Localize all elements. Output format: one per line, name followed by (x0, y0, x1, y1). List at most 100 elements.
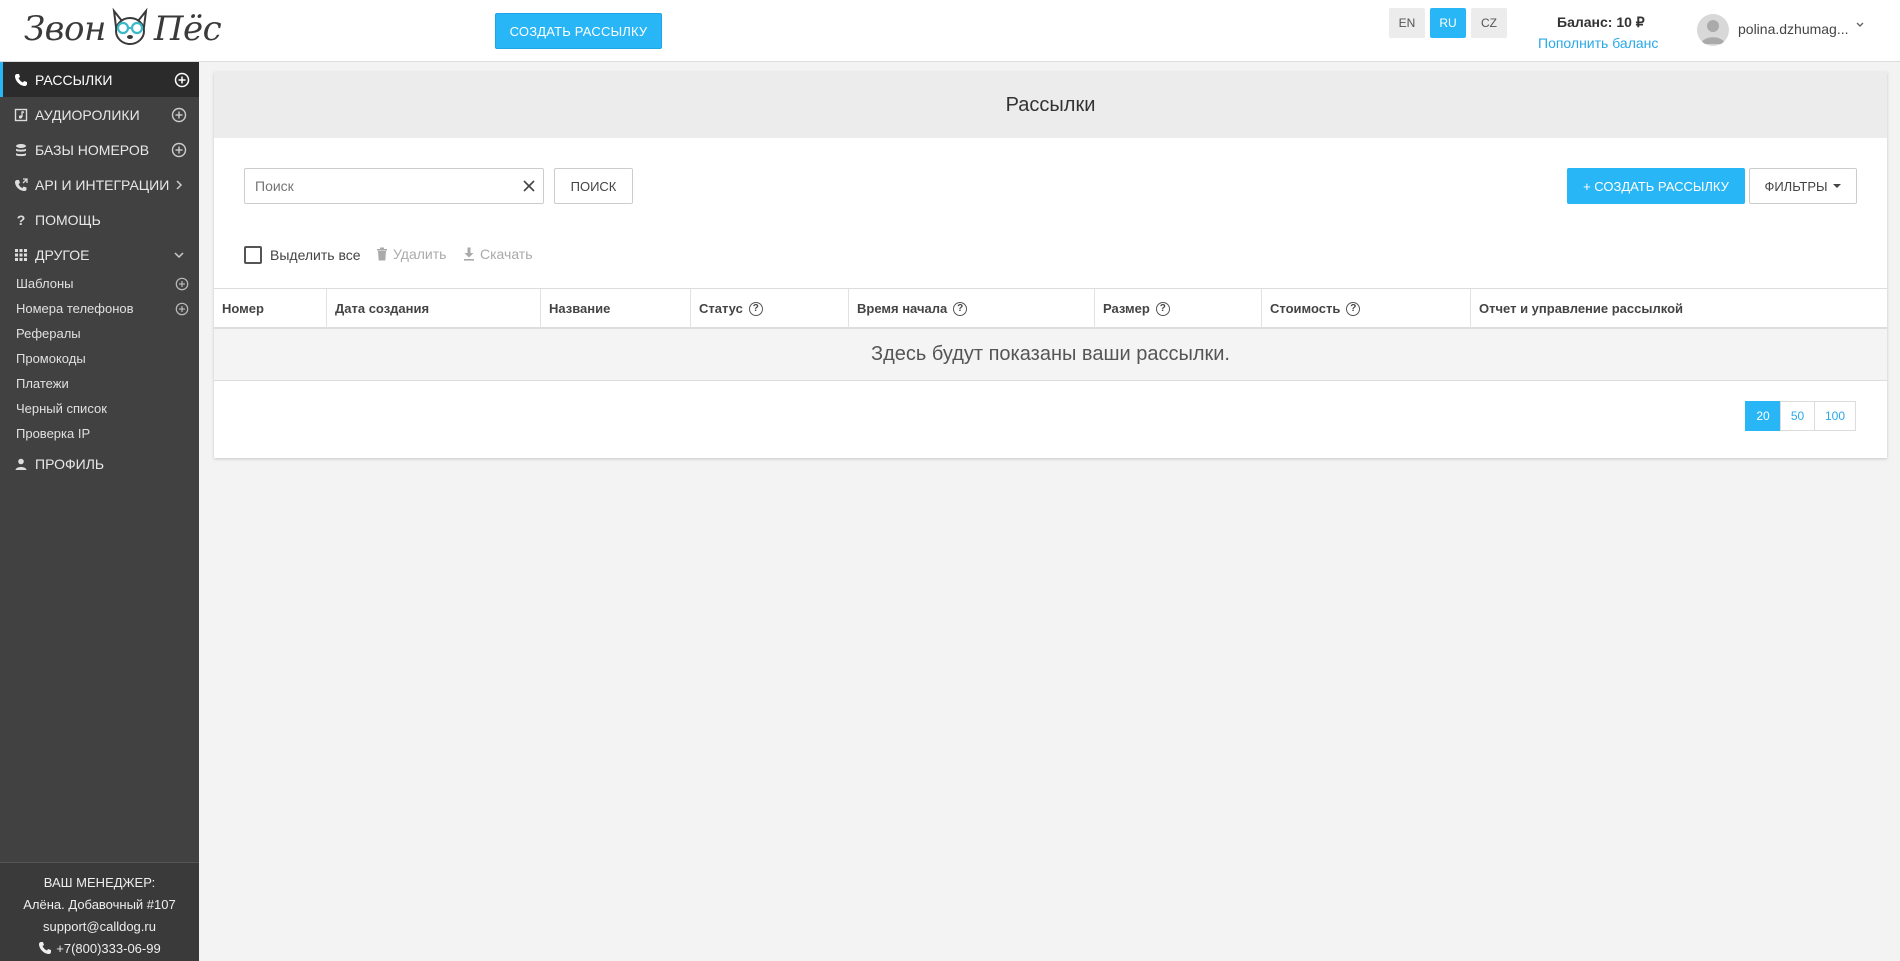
grid-icon (15, 248, 27, 261)
column-header-created[interactable]: Дата создания (327, 289, 541, 328)
sidebar-item-label: БАЗЫ НОМЕРОВ (35, 141, 150, 158)
create-campaign-top-button[interactable]: СОЗДАТЬ РАССЫЛКУ (495, 13, 662, 49)
sidebar-item-profile[interactable]: ПРОФИЛЬ (0, 446, 199, 481)
close-icon[interactable] (521, 178, 537, 194)
sidebar-item-other[interactable]: ДРУГОЕ (0, 237, 199, 272)
column-header-number[interactable]: Номер (214, 289, 327, 328)
column-label: Статус (699, 301, 743, 316)
search-box[interactable] (244, 168, 544, 204)
search-button[interactable]: ПОИСК (554, 168, 633, 204)
user-icon (15, 458, 27, 470)
add-phone-number-icon[interactable] (175, 302, 189, 316)
column-label: Размер (1103, 301, 1150, 316)
sidebar-item-audio[interactable]: АУДИОРОЛИКИ (0, 97, 199, 132)
phone-icon (15, 73, 27, 86)
campaigns-panel: Рассылки ПОИСК + СОЗДАТЬ РАССЫЛКУ ФИЛЬТР… (214, 72, 1887, 458)
phone-icon (39, 942, 52, 954)
column-label: Стоимость (1270, 301, 1341, 316)
page-size-100[interactable]: 100 (1814, 401, 1856, 431)
top-header: Звон Пёс СОЗДАТЬ РАССЫЛКУ EN RU CZ Балан… (0, 0, 1900, 62)
sidebar-subitem-promocodes[interactable]: Промокоды (16, 351, 86, 366)
sidebar-subitem-ip-check[interactable]: Проверка IP (16, 426, 90, 441)
page-title: Рассылки (214, 72, 1887, 138)
sidebar-subitem-payments[interactable]: Платежи (16, 376, 69, 391)
dog-logo-icon (112, 7, 148, 45)
download-label: Скачать (480, 246, 533, 262)
help-icon[interactable]: ? (953, 301, 968, 316)
search-input[interactable] (255, 178, 505, 194)
column-label: Дата создания (335, 301, 430, 316)
create-campaign-button[interactable]: + СОЗДАТЬ РАССЫЛКУ (1567, 168, 1745, 204)
page-size-selector: 20 50 100 (1745, 401, 1856, 431)
caret-down-icon (1832, 184, 1841, 188)
delete-label: Удалить (393, 246, 447, 262)
select-all-checkbox[interactable] (244, 246, 262, 264)
column-header-start-time[interactable]: Время начала? (849, 289, 1095, 328)
trash-icon (377, 247, 387, 261)
empty-state-message: Здесь будут показаны ваши рассылки. (214, 329, 1887, 381)
balance-label: Баланс: 10 ₽ (1557, 14, 1645, 30)
sidebar-item-help[interactable]: ? ПОМОЩЬ (0, 202, 199, 237)
column-header-size[interactable]: Размер? (1095, 289, 1262, 328)
question-icon: ? (16, 211, 26, 228)
download-button[interactable]: Скачать (463, 246, 533, 262)
column-header-status[interactable]: Статус? (691, 289, 849, 328)
chevron-right-icon[interactable] (171, 177, 187, 193)
lang-cz-button[interactable]: CZ (1471, 8, 1507, 38)
avatar[interactable] (1697, 14, 1729, 46)
sidebar-item-label: РАССЫЛКИ (35, 71, 113, 88)
delete-button[interactable]: Удалить (376, 246, 446, 262)
sidebar-item-label: API И ИНТЕГРАЦИИ (35, 176, 170, 193)
add-database-icon[interactable] (171, 142, 187, 158)
page-size-50[interactable]: 50 (1780, 401, 1815, 431)
column-header-cost[interactable]: Стоимость? (1262, 289, 1471, 328)
sidebar-item-label: ПРОФИЛЬ (35, 455, 105, 472)
add-audio-icon[interactable] (171, 107, 187, 123)
sidebar-item-api[interactable]: API И ИНТЕГРАЦИИ (0, 167, 199, 202)
manager-email[interactable]: support@calldog.ru (0, 919, 199, 934)
sidebar-subitem-templates[interactable]: Шаблоны (16, 276, 74, 291)
column-header-report[interactable]: Отчет и управление рассылкой (1471, 289, 1887, 328)
sidebar-item-label: ДРУГОЕ (35, 246, 90, 263)
sidebar-subitem-phone-numbers[interactable]: Номера телефонов (16, 301, 134, 316)
chevron-down-icon[interactable] (1855, 20, 1865, 30)
select-all-label[interactable]: Выделить все (270, 247, 361, 263)
audio-file-icon (14, 108, 28, 121)
sidebar-subitem-referrals[interactable]: Рефералы (16, 326, 81, 341)
username-label[interactable]: polina.dzhumag... (1738, 21, 1849, 37)
column-label: Отчет и управление рассылкой (1479, 301, 1684, 316)
column-header-name[interactable]: Название (541, 289, 691, 328)
table-header: Номер Дата создания Название Статус? Вре… (214, 288, 1887, 329)
logo-text-right: Пёс (153, 9, 222, 49)
top-up-balance-link[interactable]: Пополнить баланс (1538, 35, 1658, 51)
manager-phone[interactable]: +7(800)333-06-99 (0, 941, 199, 956)
column-label: Время начала (857, 301, 948, 316)
sidebar-item-label: АУДИОРОЛИКИ (35, 106, 140, 123)
sidebar-item-databases[interactable]: БАЗЫ НОМЕРОВ (0, 132, 199, 167)
manager-info: ВАШ МЕНЕДЖЕР: Алёна. Добавочный #107 sup… (0, 862, 199, 961)
lang-en-button[interactable]: EN (1389, 8, 1425, 38)
help-icon[interactable]: ? (748, 301, 763, 316)
sidebar-subitem-blacklist[interactable]: Черный список (16, 401, 107, 416)
help-icon[interactable]: ? (1346, 301, 1361, 316)
sidebar-item-label: ПОМОЩЬ (35, 211, 101, 228)
manager-phone-number: +7(800)333-06-99 (56, 941, 161, 956)
download-icon (464, 247, 474, 261)
page-size-20[interactable]: 20 (1745, 401, 1781, 431)
logo-text-left: Звон (24, 9, 106, 49)
add-template-icon[interactable] (175, 277, 189, 291)
add-campaign-icon[interactable] (174, 72, 190, 88)
lang-ru-button[interactable]: RU (1430, 8, 1466, 38)
column-label: Номер (222, 301, 264, 316)
sidebar-item-campaigns[interactable]: РАССЫЛКИ (0, 62, 199, 97)
filters-button[interactable]: ФИЛЬТРЫ (1749, 168, 1857, 204)
column-label: Название (549, 301, 611, 316)
manager-name: Алёна. Добавочный #107 (23, 897, 176, 912)
user-avatar-icon (1701, 20, 1725, 44)
help-icon[interactable]: ? (1155, 301, 1170, 316)
database-icon (16, 143, 26, 156)
logo[interactable]: Звон Пёс (24, 6, 222, 52)
chevron-down-icon[interactable] (171, 247, 187, 263)
manager-title: ВАШ МЕНЕДЖЕР: (43, 875, 156, 890)
filters-label: ФИЛЬТРЫ (1764, 178, 1828, 194)
